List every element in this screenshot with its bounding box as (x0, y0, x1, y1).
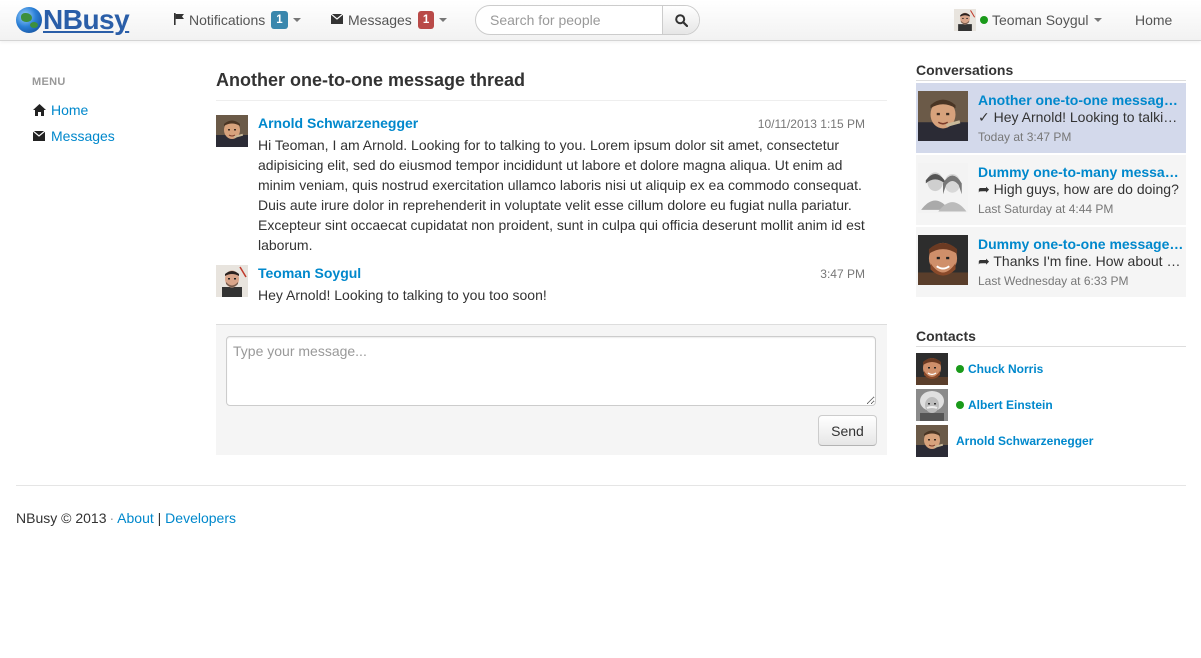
contact-item[interactable]: Albert Einstein (916, 389, 1186, 421)
conversation-item[interactable]: Dummy one-to-many message thread ➦ High … (916, 155, 1186, 225)
online-status-dot (956, 401, 964, 409)
envelope-icon (32, 131, 46, 141)
developers-link[interactable]: Developers (165, 510, 236, 526)
search-button[interactable] (662, 6, 699, 34)
globe-icon (16, 7, 42, 33)
conversation-item[interactable]: Dummy one-to-one message thread ➦ Thanks… (916, 227, 1186, 297)
online-status-dot (980, 16, 988, 24)
contact-item[interactable]: Chuck Norris (916, 353, 1186, 385)
messages-count-badge: 1 (417, 11, 435, 29)
user-menu-dropdown[interactable]: Teoman Soygul (954, 0, 1102, 40)
envelope-icon (330, 13, 344, 27)
nav-home-link[interactable]: Home (1135, 0, 1172, 40)
sidebar-menu: MENU Home Messages (32, 76, 192, 149)
conversation-time: Today at 3:47 PM (978, 130, 1072, 144)
sidebar-item-label: Home (51, 102, 89, 118)
home-icon (32, 104, 46, 116)
page-footer: NBusy © 2013 · About | Developers (16, 485, 1186, 526)
message-author-link[interactable]: Arnold Schwarzenegger (258, 115, 418, 131)
sidebar-item-home[interactable]: Home (32, 97, 192, 123)
message-item: Arnold Schwarzenegger 10/11/2013 1:15 PM… (216, 115, 887, 255)
message-timestamp: 3:47 PM (820, 267, 865, 281)
author-avatar[interactable] (216, 265, 248, 297)
reply-arrow-icon: ➦ (978, 181, 990, 197)
message-composer: Send (216, 324, 887, 455)
message-body: Hi Teoman, I am Arnold. Looking for to t… (258, 137, 865, 253)
brand-name: NBusy (43, 4, 130, 35)
chevron-down-icon (292, 18, 301, 22)
conversation-avatar (918, 91, 968, 141)
reply-arrow-icon: ➦ (978, 253, 990, 269)
contact-avatar (916, 389, 948, 421)
contact-name-link[interactable]: Arnold Schwarzenegger (956, 434, 1093, 448)
notifications-label: Notifications (189, 12, 266, 28)
conversation-snippet: ✓ Hey Arnold! Looking to talking to you … (978, 109, 1184, 125)
chevron-down-icon (1093, 18, 1102, 22)
people-search (475, 5, 700, 35)
message-input[interactable] (226, 336, 876, 406)
contact-avatar (916, 425, 948, 457)
contact-name-link[interactable]: Chuck Norris (968, 362, 1043, 376)
about-link[interactable]: About (117, 510, 154, 526)
message-thread: Another one-to-one message thread Arnold… (216, 66, 887, 455)
message-timestamp: 10/11/2013 1:15 PM (757, 117, 865, 131)
contacts-title: Contacts (916, 326, 1186, 347)
contact-item[interactable]: Arnold Schwarzenegger (916, 425, 1186, 457)
user-name: Teoman Soygul (992, 12, 1089, 28)
conversation-avatar (918, 235, 968, 285)
user-avatar (954, 9, 976, 31)
messages-label: Messages (348, 12, 412, 28)
conversation-item[interactable]: Another one-to-one message thread ✓ Hey … (916, 83, 1186, 153)
contacts-panel: Contacts Chuck Norris Albert Einstein Ar… (916, 326, 1186, 457)
message-item: Teoman Soygul 3:47 PM Hey Arnold! Lookin… (216, 265, 887, 305)
message-body: Hey Arnold! Looking to talking to you to… (258, 287, 547, 303)
message-author-link[interactable]: Teoman Soygul (258, 265, 361, 281)
chevron-down-icon (439, 18, 448, 22)
conversation-snippet: ➦ Thanks I'm fine. How about you? (978, 253, 1184, 269)
online-status-dot (956, 365, 964, 373)
menu-header: MENU (32, 76, 66, 88)
separator-pipe: | (157, 510, 162, 526)
conversation-avatar (918, 163, 968, 213)
notifications-count-badge: 1 (271, 11, 288, 29)
conversation-title: Dummy one-to-one message thread (978, 236, 1184, 252)
sidebar-item-label: Messages (51, 128, 115, 144)
flag-icon (174, 12, 184, 28)
separator-dot: · (109, 510, 115, 526)
author-avatar[interactable] (216, 115, 248, 147)
send-button[interactable]: Send (818, 415, 877, 446)
contact-avatar (916, 353, 948, 385)
conversations-title: Conversations (916, 60, 1186, 81)
conversation-title: Dummy one-to-many message thread (978, 164, 1184, 180)
search-input[interactable] (476, 6, 662, 34)
brand-logo-link[interactable]: NBusy (16, 4, 130, 36)
contact-name-link[interactable]: Albert Einstein (968, 398, 1053, 412)
conversation-time: Last Saturday at 4:44 PM (978, 202, 1114, 216)
conversations-panel: Conversations Another one-to-one message… (916, 60, 1186, 297)
notifications-dropdown[interactable]: Notifications 1 (174, 0, 301, 40)
conversation-snippet: ➦ High guys, how are do doing? (978, 181, 1179, 197)
messages-dropdown[interactable]: Messages 1 (330, 0, 448, 40)
conversation-title: Another one-to-one message thread (978, 92, 1184, 108)
thread-title: Another one-to-one message thread (216, 66, 887, 101)
conversation-time: Last Wednesday at 6:33 PM (978, 274, 1129, 288)
search-icon (674, 13, 688, 27)
sidebar-item-messages[interactable]: Messages (32, 123, 192, 149)
top-navbar: NBusy Notifications 1 Messages 1 Teoman … (0, 0, 1201, 41)
copyright-text: NBusy © 2013 (16, 510, 107, 526)
check-icon: ✓ (978, 109, 990, 125)
